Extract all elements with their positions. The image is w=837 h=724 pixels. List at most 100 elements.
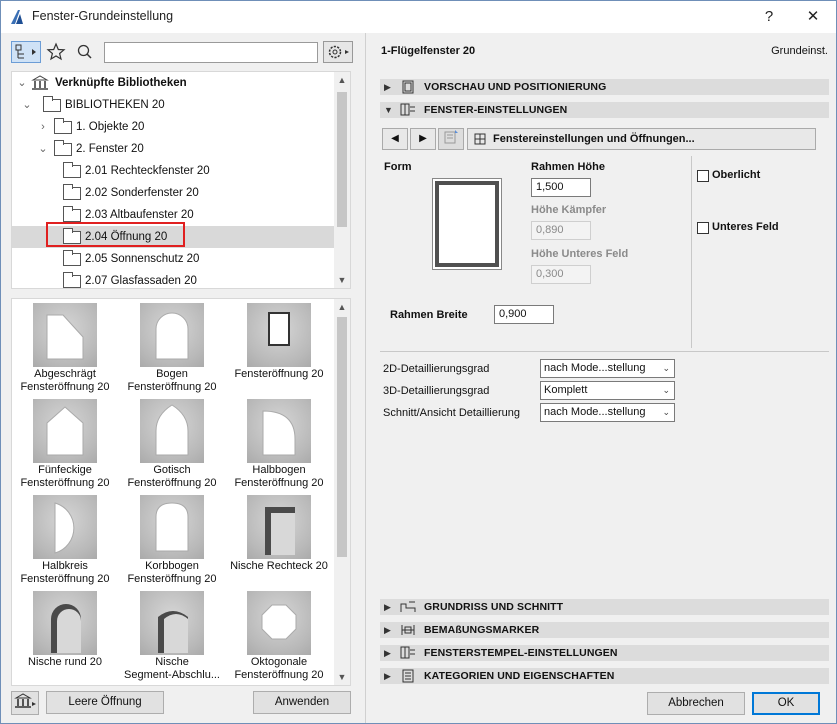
chevron-down-icon: ▼ — [384, 105, 393, 115]
tree-item-objects-20[interactable]: › 1. Objekte 20 — [12, 116, 335, 138]
ok-button[interactable]: OK — [752, 692, 820, 715]
opening-thumbnail — [140, 399, 204, 463]
gallery-item[interactable]: Oktogonale Fensteröffnung 20 — [226, 587, 332, 683]
folder-icon — [63, 250, 81, 266]
transom-height-input[interactable]: 0,890 — [531, 221, 591, 240]
chevron-down-icon[interactable]: ⌄ — [16, 72, 28, 94]
tree-item-special-windows[interactable]: 2.02 Sonderfenster 20 — [12, 182, 335, 204]
folder-icon — [54, 140, 72, 156]
gallery-item[interactable]: Fünfeckige Fensteröffnung 20 — [12, 395, 118, 491]
rect-opening-icon — [268, 312, 290, 346]
folder-icon — [63, 206, 81, 222]
library-icon — [31, 75, 49, 90]
tree-item-libraries-20[interactable]: ⌄ BIBLIOTHEKEN 20 — [12, 94, 335, 116]
favorites-button[interactable] — [45, 41, 67, 63]
library-view-button[interactable] — [11, 41, 41, 63]
niche-rect-icon — [265, 507, 295, 555]
detail-3d-dropdown[interactable]: Komplett ⌄ — [540, 381, 675, 400]
niche-round-icon — [51, 604, 81, 653]
section-window-stamp[interactable]: ▶ FENSTERSTEMPEL-EINSTELLUNGEN — [380, 645, 829, 661]
section-window-settings[interactable]: ▼ FENSTER-EINSTELLUNGEN — [380, 102, 829, 118]
search-input[interactable] — [104, 42, 318, 63]
gallery-item[interactable]: Fensteröffnung 20 — [226, 299, 332, 395]
section-preview-positioning[interactable]: ▶ VORSCHAU UND POSITIONIERUNG — [380, 79, 829, 95]
scroll-down-icon[interactable]: ▼ — [334, 669, 350, 685]
tree-item-rectangular-windows[interactable]: 2.01 Rechteckfenster 20 — [12, 160, 335, 182]
next-page-button[interactable]: ▶ — [410, 128, 436, 150]
gallery-item[interactable]: Halbkreis Fensteröffnung 20 — [12, 491, 118, 587]
section-floorplan[interactable]: ▶ GRUNDRISS UND SCHNITT — [380, 599, 829, 615]
gallery-scrollbar[interactable]: ▲ ▼ — [334, 299, 350, 685]
gallery-item[interactable]: Nische Segment-Abschlu... — [119, 587, 225, 683]
library-panel: ⌄ Verknüpfte Bibliotheken ⌄ BIBLIOTHEKEN… — [1, 33, 366, 723]
gallery-item[interactable]: Bogen Fensteröffnung 20 — [119, 299, 225, 395]
section-detail-value: nach Mode...stellung — [544, 406, 646, 418]
chevron-down-icon[interactable]: ⌄ — [37, 138, 49, 160]
object-gallery: Abgeschrägt Fensteröffnung 20 Bogen Fens… — [11, 298, 351, 686]
help-button[interactable]: ? — [747, 1, 791, 33]
close-button[interactable]: ✕ — [791, 1, 835, 33]
basket-arch-opening-icon — [155, 502, 189, 552]
scrollbar-thumb[interactable] — [337, 92, 347, 227]
tree-item-linked-libraries[interactable]: ⌄ Verknüpfte Bibliotheken — [12, 72, 335, 94]
window-frame-shape — [435, 181, 499, 267]
search-icon — [77, 44, 92, 59]
gallery-item[interactable]: Nische rund 20 — [12, 587, 118, 683]
tree-item-glass-facades[interactable]: 2.07 Glasfassaden 20 — [12, 270, 335, 288]
gear-icon — [328, 45, 349, 59]
scroll-up-icon[interactable]: ▲ — [334, 72, 350, 88]
chevron-down-icon[interactable]: ⌄ — [21, 94, 33, 116]
library-settings-button[interactable] — [323, 41, 353, 63]
opening-thumbnail — [247, 399, 311, 463]
lower-field-label: Unteres Feld — [712, 221, 779, 233]
gallery-item-label: Abgeschrägt Fensteröffnung 20 — [20, 368, 110, 393]
search-button[interactable] — [74, 41, 96, 63]
section-dimension-markers[interactable]: ▶ BEMAßUNGSMARKER — [380, 622, 829, 638]
folder-icon — [63, 272, 81, 288]
gallery-item-label: Nische Segment-Abschlu... — [124, 656, 220, 681]
frame-width-input[interactable]: 0,900 — [494, 305, 554, 324]
gallery-item[interactable]: Nische Rechteck 20 — [226, 491, 332, 587]
tree-item-label: BIBLIOTHEKEN 20 — [65, 99, 165, 111]
tree-scrollbar[interactable]: ▲ ▼ — [334, 72, 350, 288]
tree-item-windows-20[interactable]: ⌄ 2. Fenster 20 — [12, 138, 335, 160]
scrollbar-thumb[interactable] — [337, 317, 347, 557]
gallery-item[interactable]: Gotisch Fensteröffnung 20 — [119, 395, 225, 491]
frame-height-input[interactable]: 1,500 — [531, 178, 591, 197]
section-label: FENSTERSTEMPEL-EINSTELLUNGEN — [424, 647, 618, 659]
lower-field-checkbox[interactable] — [697, 222, 709, 234]
section-detail-dropdown[interactable]: nach Mode...stellung ⌄ — [540, 403, 675, 422]
divider — [691, 156, 692, 348]
tree-item-label: 2.05 Sonnenschutz 20 — [85, 253, 200, 265]
opening-thumbnail — [33, 591, 97, 655]
apply-button[interactable]: Anwenden — [253, 691, 351, 714]
chevron-right-icon[interactable]: › — [37, 116, 49, 138]
detail-2d-label: 2D-Detaillierungsgrad — [383, 363, 490, 375]
gallery-item-label: Oktogonale Fensteröffnung 20 — [234, 656, 324, 681]
opening-thumbnail — [140, 495, 204, 559]
skylight-checkbox[interactable] — [697, 170, 709, 182]
cancel-button[interactable]: Abbrechen — [647, 692, 745, 715]
tree-item-sun-shading[interactable]: 2.05 Sonnenschutz 20 — [12, 248, 335, 270]
tree-item-label: 2. Fenster 20 — [76, 143, 144, 155]
library-manager-button[interactable] — [11, 691, 39, 715]
gallery-item[interactable]: Halbbogen Fensteröffnung 20 — [226, 395, 332, 491]
folder-icon — [54, 118, 72, 134]
dialog-window: Fenster-Grundeinstellung ? ✕ ⌄ Verknüpft… — [0, 0, 837, 724]
preview-icon — [402, 80, 414, 94]
section-categories-properties[interactable]: ▶ KATEGORIEN UND EIGENSCHAFTEN — [380, 668, 829, 684]
opening-thumbnail — [247, 303, 311, 367]
floorplan-icon — [400, 601, 416, 612]
previous-page-button[interactable]: ◀ — [382, 128, 408, 150]
page-selector-dropdown[interactable]: Fenstereinstellungen und Öffnungen... — [467, 128, 816, 150]
form-label: Form — [384, 161, 412, 173]
gallery-item[interactable]: Korbbogen Fensteröffnung 20 — [119, 491, 225, 587]
detail-2d-dropdown[interactable]: nach Mode...stellung ⌄ — [540, 359, 675, 378]
scroll-down-icon[interactable]: ▼ — [334, 272, 350, 288]
lower-panel-height-input[interactable]: 0,300 — [531, 265, 591, 284]
library-manager-icon — [14, 693, 36, 708]
scroll-up-icon[interactable]: ▲ — [334, 299, 350, 315]
page-menu-button[interactable] — [438, 128, 464, 150]
gallery-item[interactable]: Abgeschrägt Fensteröffnung 20 — [12, 299, 118, 395]
empty-opening-button[interactable]: Leere Öffnung — [46, 691, 164, 714]
